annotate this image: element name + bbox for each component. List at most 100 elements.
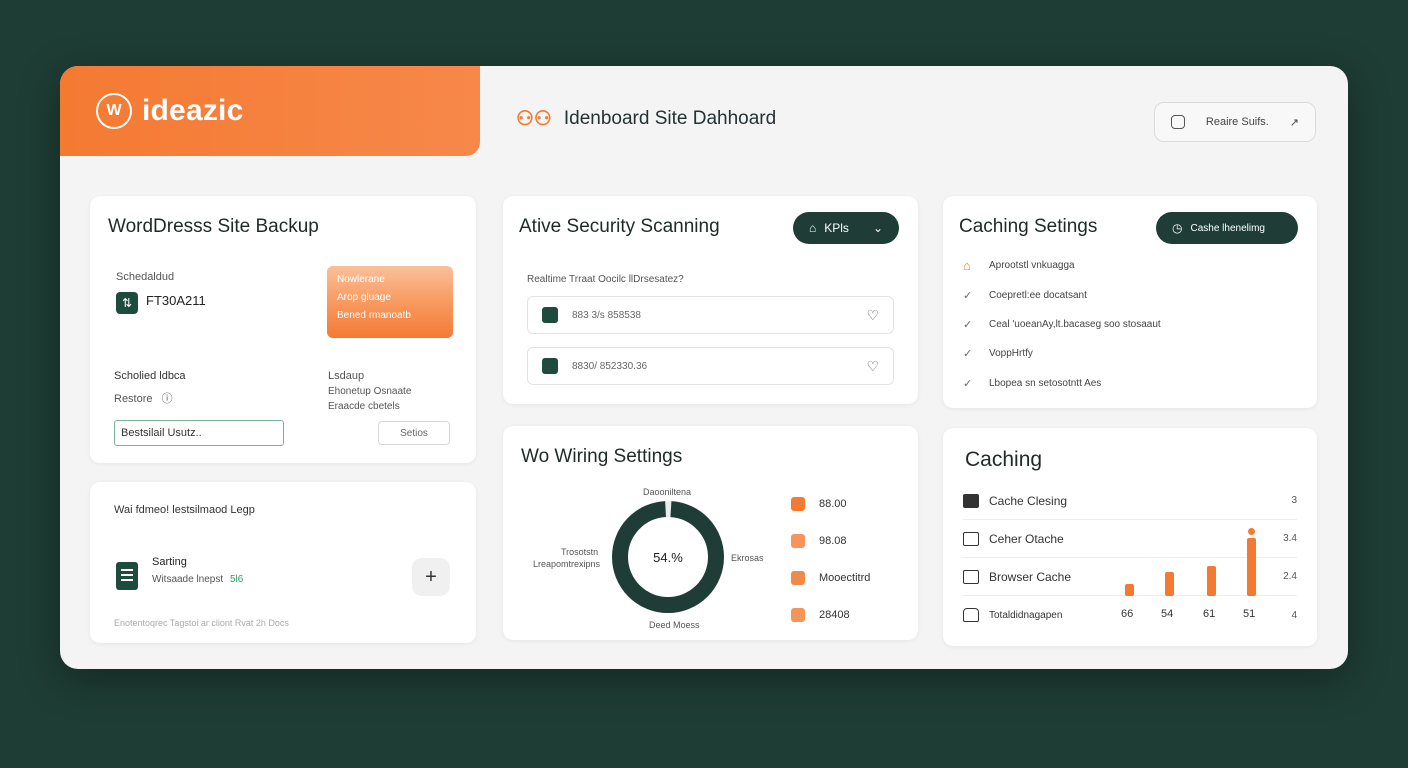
scheduled-label: Schedaldud [116,271,175,283]
cache-row[interactable]: Cache Clesing 3 [963,482,1297,520]
file-icon [963,531,979,546]
cache-row-label: Browser Cache [989,569,1072,584]
house-icon [542,358,558,374]
tile-line-1: Nowlerane [337,274,385,285]
security-subtitle: Realtime Trraat Oocilc llDrsesatez? [527,274,684,285]
cache-row-value: 3 [1291,495,1297,506]
backup-sub-2: Eraacde cbetels [328,401,400,412]
check-icon: ✓ [963,290,973,302]
home-icon [963,608,979,622]
legend-item: 88.00 [791,497,847,511]
legend-item: Mooectitrd [791,571,870,585]
cache-row-label: Cache Clesing [989,493,1068,508]
legend-value: 88.00 [819,498,847,510]
backup-card: WordDresss Site Backup Schedaldud ⇅ FT30… [90,196,476,463]
setting-item[interactable]: ✓ Coepretl:ee docatsant [963,289,1087,302]
bar-label: 51 [1243,608,1256,620]
home-icon: ⌂ [963,258,971,273]
legend-value: Mooectitrd [819,572,871,584]
heart-icon[interactable]: ♡ [866,358,879,375]
donut-left-label-2: Lreapomtrexipns [533,559,601,569]
document-icon [116,562,138,590]
donut-left-label-1: Trosotstn [561,547,599,557]
wiring-title: Wo Wiring Settings [521,446,683,467]
settings-button[interactable]: Setios [378,421,450,445]
page-title: ⚇⚇ Idenboard Site Dahhoard [516,106,776,131]
security-title: Ative Security Scanning [519,216,720,237]
caching-settings-card: Caching Setings ◷ Cashe lhenelimg ⌂ Aproo… [943,196,1317,408]
legend-value: 28408 [819,609,850,621]
refresh-icon [1171,115,1185,129]
caching-card: Caching Cache Clesing 3 Ceher Otache 3.4 B… [943,428,1317,646]
scan-row[interactable]: 8830/ 852330.36 ♡ [527,347,894,385]
brand-name: ideazic [142,94,244,127]
caching-settings-title: Caching Setings [959,216,1098,237]
setting-item[interactable]: ⌂ Aprootstl vnkuagga [963,258,1075,273]
chart-icon [791,534,805,548]
setting-item[interactable]: ✓ Lbopea sn setosotntt Aes [963,377,1101,390]
tile-line-3: Bened rmanoatb [337,310,411,321]
house-icon [542,307,558,323]
cache-row-value: 3.4 [1283,533,1297,544]
restore-sub: Restore [114,393,153,405]
security-card: Ative Security Scanning ⌂ KPls ⌄ Realtim… [503,196,918,404]
header-action-button[interactable]: Reaire Suifs. ↗ [1154,102,1316,142]
legacy-title: Wai fdmeo! lestsilmaod Legp [114,504,255,516]
legend-value: 98.08 [819,535,847,547]
scan-row[interactable]: 883 3/s 858538 ♡ [527,296,894,334]
donut-right-label: Ekrosas [731,553,764,563]
bar-label: 66 [1121,608,1134,620]
backup-sub-1: Ehonetup Osnaate [328,386,412,397]
header-action-label: Reaire Suifs. [1205,116,1269,128]
restore-label: Scholied ldbca [114,370,186,382]
info-icon: ⓘ [161,393,173,405]
legend-item: 98.08 [791,534,847,548]
wiring-card: Wo Wiring Settings Daooniltena Trosotstn… [503,426,918,640]
brand-logo-icon: W [96,93,132,129]
tile-line-2: Arop gluage [337,292,391,303]
heart-icon[interactable]: ♡ [866,307,879,324]
chart-icon [791,571,805,585]
backup-status-tile[interactable]: Nowlerane Arop gluage Bened rmanoatb [327,266,453,338]
setting-text: Aprootstl vnkuagga [989,260,1075,271]
backup-title: WordDresss Site Backup [108,216,319,237]
bar-peak-dot [1248,528,1255,535]
brand-header: W ideazic [60,66,480,156]
legacy-item-badge: 5l6 [229,574,244,585]
check-icon: ✓ [963,378,973,390]
lock-icon: ⌂ [809,221,817,235]
cache-row-label: Totaldidnagapen [989,609,1063,621]
arrow-icon: ↗ [1289,116,1299,129]
check-icon: ✓ [963,319,973,331]
bar [1207,566,1216,596]
setting-text: Ceal 'uoeanAy,lt.bacaseg soo stosaaut [989,319,1161,330]
setting-text: VoppHrtfy [989,348,1033,359]
cache-row-label: Ceher Otache [989,531,1064,546]
page-title-text: Idenboard Site Dahhoard [563,107,777,129]
cache-row-value: 2.4 [1283,571,1297,582]
backup-search-input[interactable] [114,420,284,446]
bar [1125,584,1134,596]
legacy-item-sub: Witsaade lnepst 5l6 [152,574,243,585]
cache-action-button[interactable]: ◷ Cashe lhenelimg [1156,212,1298,244]
dashboard-window: W ideazic ⚇⚇ Idenboard Site Dahhoard Rea… [60,66,1348,669]
bar-label: 54 [1161,608,1174,620]
restore-link[interactable]: Restore ⓘ [114,390,173,406]
kpi-dropdown[interactable]: ⌂ KPls ⌄ [793,212,899,244]
browser-icon [963,569,979,584]
backup-icon: ⇅ [116,292,138,314]
legacy-footer: Enotentoqrec Tagstoi ar cliont Rvat 2h D… [114,618,289,628]
users-icon [963,493,979,508]
cache-row-value: 4 [1291,609,1297,621]
setting-item[interactable]: ✓ Ceal 'uoeanAy,lt.bacaseg soo stosaaut [963,318,1161,331]
add-button[interactable]: + [412,558,450,596]
bar [1165,572,1174,596]
setting-text: Lbopea sn setosotntt Aes [989,378,1102,389]
chevron-down-icon: ⌄ [872,221,883,235]
legacy-card: Wai fdmeo! lestsilmaod Legp Sarting Wits… [90,482,476,643]
scheduled-value: FT30A211 [146,293,206,308]
chart-icon [791,608,805,622]
setting-item[interactable]: ✓ VoppHrtfy [963,347,1033,360]
backup-label: Lsdaup [328,370,365,382]
setting-text: Coepretl:ee docatsant [989,290,1087,301]
